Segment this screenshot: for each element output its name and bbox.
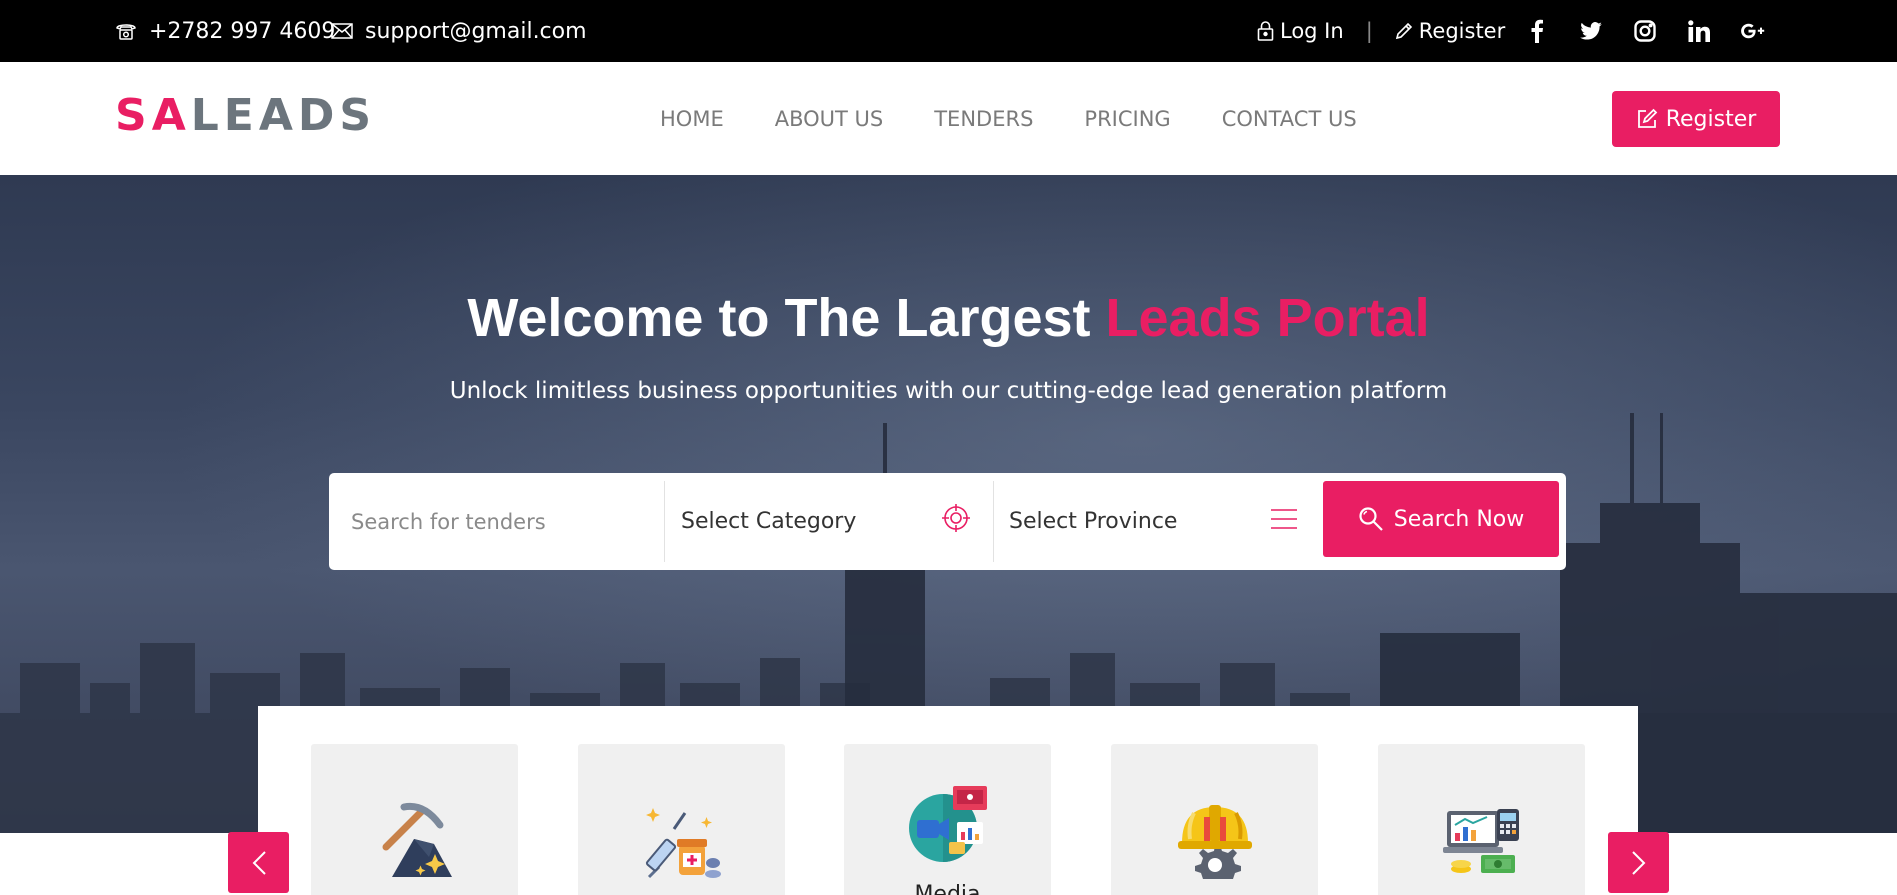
target-icon [942,504,970,532]
header-register-label: Register [1665,106,1757,132]
hero-title-highlight: Leads Portal [1105,288,1430,348]
topbar-register-label: Register [1418,19,1506,43]
mining-icon [382,802,452,877]
nav-contact-us[interactable]: CONTACT US [1222,107,1357,131]
search-bar: Search for tenders Select Category Selec… [329,473,1566,570]
logo-part-sa: SA [115,90,191,141]
pencil-icon [1395,22,1412,40]
carousel-prev-button[interactable] [228,832,289,893]
main-header: SALEADS HOME ABOUT US TENDERS PRICING CO… [0,62,1897,175]
carousel-next-button[interactable] [1608,832,1669,893]
province-select-value: Select Province [1009,509,1178,534]
linkedin-icon[interactable] [1672,20,1726,42]
category-select[interactable]: Select Category [681,473,981,570]
main-nav: HOME ABOUT US TENDERS PRICING CONTACT US [660,62,1408,175]
page: +2782 997 4609 support@gmail.com Log In [0,0,1897,895]
topbar-register-link[interactable]: Register [1395,19,1505,43]
finance-icon [1442,809,1519,873]
hero-title: Welcome to The Largest Leads Portal [0,287,1897,349]
site-logo[interactable]: SALEADS [115,90,376,141]
header-register-button[interactable]: Register [1612,91,1780,147]
province-select[interactable]: Select Province [1009,473,1289,570]
auth-separator: | [1365,19,1373,43]
lock-icon [1257,21,1274,41]
social-links [1510,0,1780,62]
category-card-mining[interactable] [311,744,518,895]
email-contact[interactable]: support@gmail.com [331,0,587,62]
search-icon [1359,507,1383,531]
search-now-label: Search Now [1393,506,1525,532]
nav-pricing[interactable]: PRICING [1084,107,1170,131]
twitter-icon[interactable] [1564,22,1618,40]
edit-icon [1637,108,1657,128]
category-card-medical[interactable] [578,744,785,895]
hero-title-main: Welcome to The Largest [467,288,1106,348]
media-icon [908,786,987,862]
email-address: support@gmail.com [365,18,587,44]
instagram-icon[interactable] [1618,20,1672,42]
top-bar: +2782 997 4609 support@gmail.com Log In [0,0,1897,62]
category-label-media: Media [914,882,981,895]
phone-number: +2782 997 4609 [149,18,336,44]
facebook-icon[interactable] [1510,19,1564,43]
category-card-finance[interactable] [1378,744,1585,895]
search-divider [664,481,665,562]
category-card-media[interactable]: Media [844,744,1051,895]
hero-subtitle: Unlock limitless business opportunities … [449,378,1448,404]
login-label: Log In [1280,19,1344,43]
nav-about-us[interactable]: ABOUT US [775,107,884,131]
category-card-engineering[interactable] [1111,744,1318,895]
search-now-button[interactable]: Search Now [1323,481,1559,557]
google-plus-icon[interactable] [1726,23,1780,39]
medical-icon [645,808,721,879]
phone-icon [115,20,137,42]
phone-contact[interactable]: +2782 997 4609 [115,0,335,62]
menu-lines-icon [1271,509,1297,529]
chevron-left-icon [252,850,266,875]
chevron-right-icon [1631,850,1645,875]
logo-part-leads: LEADS [190,90,377,141]
mail-icon [331,20,353,42]
engineering-icon [1177,805,1252,879]
auth-links: Log In | Register [1257,0,1505,62]
search-divider-2 [993,481,994,562]
login-link[interactable]: Log In [1257,19,1344,43]
nav-home[interactable]: HOME [660,107,724,131]
tender-search-input[interactable]: Search for tenders [351,473,651,570]
category-carousel: Media [258,706,1638,895]
nav-tenders[interactable]: TENDERS [934,107,1033,131]
category-select-value: Select Category [681,509,857,534]
